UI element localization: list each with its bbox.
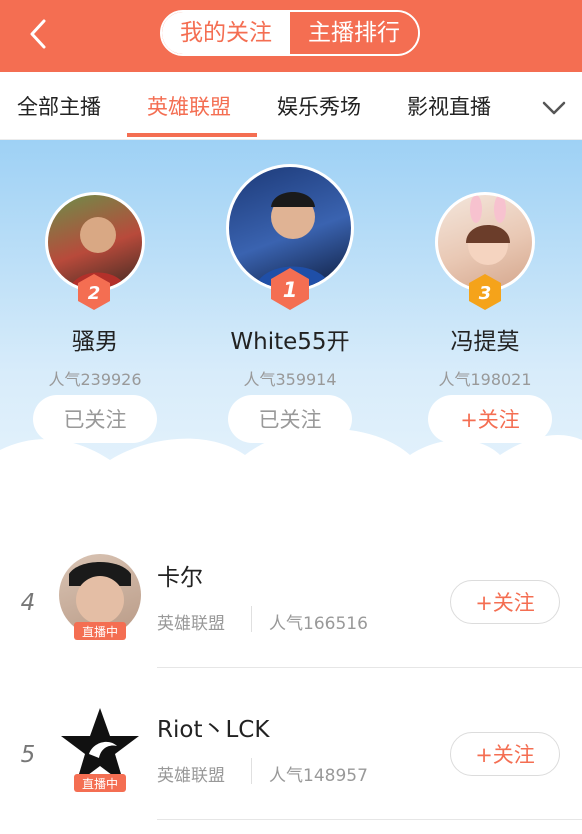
- popularity-count: 人气148957: [269, 766, 368, 786]
- row-divider: [157, 667, 582, 668]
- streamer-name: Riot丶LCK: [157, 717, 270, 743]
- followed-button[interactable]: 已关注: [228, 395, 352, 443]
- popularity-count: 人气239926: [48, 370, 142, 389]
- back-arrow-icon[interactable]: [20, 14, 60, 54]
- divider: [251, 606, 252, 632]
- category-tabs: 全部主播 英雄联盟 娱乐秀场 影视直播: [0, 72, 582, 140]
- rank-number: 5: [20, 742, 36, 768]
- popularity-count: 人气166516: [269, 614, 368, 634]
- rank-3-badge-icon: 3: [469, 274, 501, 310]
- popularity-count: 人气198021: [438, 370, 532, 389]
- active-tab-indicator: [127, 133, 257, 137]
- streamer-name: 骚男: [72, 329, 118, 355]
- rank-1-number: 1: [283, 278, 298, 302]
- tab-my-follows[interactable]: 我的关注: [162, 12, 290, 54]
- top-bar: 我的关注 主播排行: [0, 0, 582, 72]
- follow-button[interactable]: +关注: [450, 580, 560, 624]
- category-label: 英雄联盟: [157, 614, 225, 634]
- chevron-down-icon[interactable]: [540, 94, 568, 122]
- streamer-name: 卡尔: [157, 565, 203, 591]
- follow-button[interactable]: +关注: [450, 732, 560, 776]
- tab-all-streamers[interactable]: 全部主播: [17, 72, 101, 140]
- popularity-count: 人气359914: [243, 370, 337, 389]
- rank-1-badge-icon: 1: [271, 268, 309, 310]
- live-badge: 直播中: [74, 774, 126, 792]
- tab-entertainment[interactable]: 娱乐秀场: [277, 72, 361, 140]
- row-divider: [157, 819, 582, 820]
- segmented-control: 我的关注 主播排行: [160, 10, 420, 56]
- rank-2-badge-icon: 2: [78, 274, 110, 310]
- rank-2-number: 2: [88, 283, 101, 304]
- tab-streamer-ranking[interactable]: 主播排行: [290, 12, 418, 54]
- rank-3-number: 3: [479, 283, 492, 304]
- streamer-name: 冯提莫: [450, 329, 520, 355]
- divider: [251, 758, 252, 784]
- follow-button[interactable]: +关注: [428, 395, 552, 443]
- category-label: 英雄联盟: [157, 766, 225, 786]
- tab-film-tv[interactable]: 影视直播: [407, 72, 491, 140]
- followed-button[interactable]: 已关注: [33, 395, 157, 443]
- tab-league-of-legends[interactable]: 英雄联盟: [147, 72, 231, 140]
- live-badge: 直播中: [74, 622, 126, 640]
- rank-number: 4: [20, 590, 36, 616]
- streamer-name: White55开: [230, 329, 350, 355]
